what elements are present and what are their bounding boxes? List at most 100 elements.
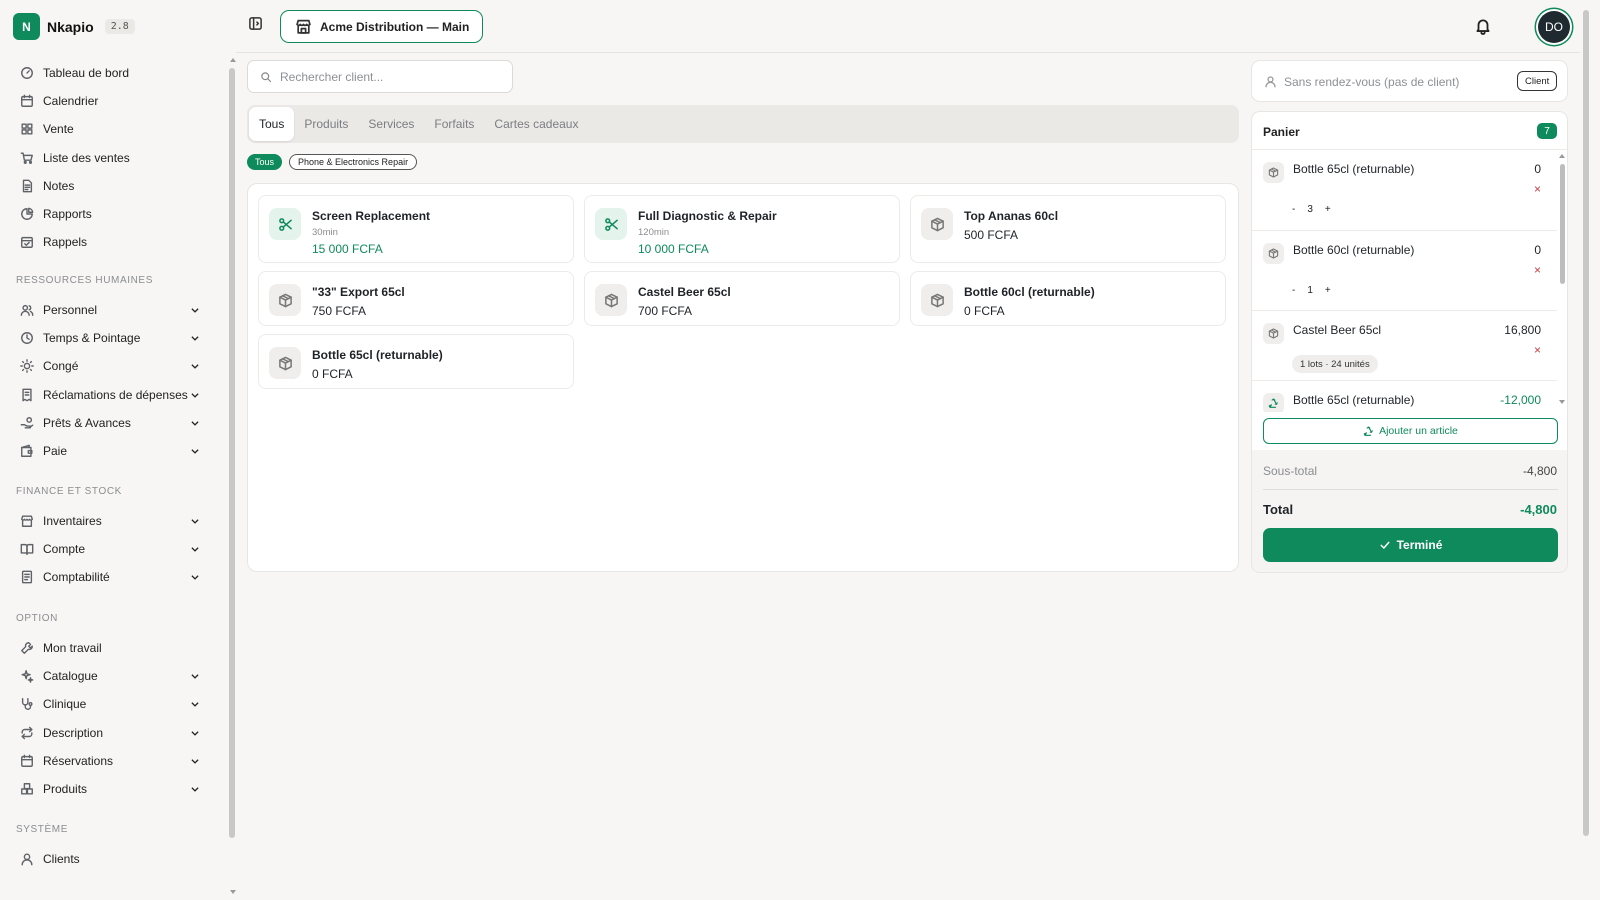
sidebar-item-inventaires[interactable]: Inventaires (0, 508, 210, 534)
tab-services[interactable]: Services (358, 107, 424, 141)
catalog-item-card[interactable]: Bottle 60cl (returnable) 0 FCFA (910, 271, 1226, 326)
catalog-item-card[interactable]: "33" Export 65cl 750 FCFA (258, 271, 574, 326)
sidebar-item-comptabilite[interactable]: Comptabilité (0, 564, 210, 590)
search-input[interactable] (280, 69, 500, 84)
chevron-down-icon[interactable] (190, 671, 200, 681)
sidebar-scroll-up-icon[interactable] (230, 58, 236, 62)
page-scrollbar[interactable] (1580, 0, 1592, 900)
sidebar-item-notes[interactable]: Notes (0, 173, 210, 199)
cart-scroll-thumb[interactable] (1560, 164, 1565, 284)
cart-items: Bottle 65cl (returnable) 0 × -3 + Bottle 60cl… (1252, 150, 1567, 412)
cart-scroll-up-icon[interactable] (1559, 154, 1565, 158)
sidebar-item-vente[interactable]: Vente (0, 116, 210, 142)
package-icon (278, 293, 292, 307)
sidebar-toggle-button[interactable] (248, 16, 263, 31)
client-button[interactable]: Client (1517, 71, 1558, 91)
sidebar-scroll-down-icon[interactable] (230, 890, 236, 894)
cart-header: Panier 7 (1252, 112, 1567, 150)
sidebar-item-calendrier[interactable]: Calendrier (0, 88, 210, 114)
chevron-down-icon[interactable] (190, 756, 200, 766)
done-button[interactable]: Terminé (1263, 528, 1558, 562)
tab-tous[interactable]: Tous (249, 107, 295, 141)
sidebar-item-clients[interactable]: Clients (0, 846, 210, 872)
clock-icon (21, 332, 33, 345)
sun-icon (20, 359, 34, 374)
sidebar-item-personnel[interactable]: Personnel (0, 297, 210, 323)
increment-button[interactable]: + (1325, 285, 1331, 296)
catalog-item-card[interactable]: Castel Beer 65cl 700 FCFA (584, 271, 900, 326)
chevron-down-icon[interactable] (190, 418, 200, 428)
sidebar-scrollbar[interactable] (228, 58, 236, 898)
sidebar-item-liste-des-ventes[interactable]: Liste des ventes (0, 145, 210, 171)
client-search[interactable] (247, 60, 513, 93)
sidebar-item-reservations[interactable]: Réservations (0, 748, 210, 774)
chevron-down-icon[interactable] (190, 516, 200, 526)
decrement-button[interactable]: - (1292, 285, 1295, 296)
catalog-item-card[interactable]: Bottle 65cl (returnable) 0 FCFA (258, 334, 574, 389)
decrement-button[interactable]: - (1292, 204, 1295, 215)
chevron-down-icon[interactable] (190, 333, 200, 343)
line-amount: -12,000 (1500, 393, 1541, 407)
sidebar-item-prets-avances[interactable]: Prêts & Avances (0, 410, 210, 436)
category-chip[interactable]: Tous (247, 154, 283, 170)
remove-line-button[interactable]: × (1534, 343, 1541, 357)
chevron-down-icon[interactable] (190, 728, 200, 738)
catalog-item-card[interactable]: Top Ananas 60cl 500 FCFA (910, 195, 1226, 263)
remove-line-button[interactable]: × (1534, 182, 1541, 196)
chevron-down-icon[interactable] (190, 390, 200, 400)
sidebar-item-label: Calendrier (43, 94, 99, 109)
store-selector-button[interactable]: Acme Distribution — Main (280, 10, 484, 43)
line-name: Bottle 65cl (returnable) (1293, 393, 1415, 407)
notifications-button[interactable] (1474, 17, 1492, 35)
chevron-down-icon[interactable] (190, 446, 200, 456)
chevron-down-icon[interactable] (190, 784, 200, 794)
sidebar-item-produits[interactable]: Produits (0, 776, 210, 802)
sidebar-item-reclamations-de-depenses[interactable]: Réclamations de dépenses (0, 382, 210, 408)
client-selector[interactable]: Sans rendez-vous (pas de client) Client (1251, 60, 1568, 102)
scissors-icon (604, 217, 618, 231)
quantity-value: 1 (1307, 285, 1313, 296)
sidebar-item-compte[interactable]: Compte (0, 536, 210, 562)
sidebar-item-rappels[interactable]: Rappels (0, 229, 210, 255)
chevron-down-icon[interactable] (190, 544, 200, 554)
sidebar-scroll-thumb[interactable] (229, 68, 235, 838)
tab-produits[interactable]: Produits (294, 107, 358, 141)
tab-cartes-cadeaux[interactable]: Cartes cadeaux (484, 107, 588, 141)
item-duration: 120min (638, 227, 670, 238)
line-thumb (1263, 162, 1284, 183)
catalog-item-card[interactable]: Full Diagnostic & Repair 120min 10 000 FCF… (584, 195, 900, 263)
remove-line-button[interactable]: × (1534, 263, 1541, 277)
sidebar-item-temps-pointage[interactable]: Temps & Pointage (0, 325, 210, 351)
sidebar-item-clinique[interactable]: Clinique (0, 691, 210, 717)
subtotal-value: -4,800 (1522, 464, 1557, 478)
sidebar-item-catalogue[interactable]: Catalogue (0, 663, 210, 689)
sidebar-item-paie[interactable]: Paie (0, 438, 210, 464)
chevron-down-icon[interactable] (190, 361, 200, 371)
chevron-down-icon[interactable] (190, 305, 200, 315)
sidebar-item-label: Rappels (43, 235, 88, 250)
add-item-button[interactable]: Ajouter un article (1263, 418, 1558, 444)
brand[interactable]: N Nkapio 2.8 (13, 13, 135, 40)
chevron-down-icon[interactable] (190, 699, 200, 709)
package-icon (1268, 328, 1279, 339)
sidebar-item-conge[interactable]: Congé (0, 353, 210, 379)
increment-button[interactable]: + (1325, 204, 1331, 215)
cart-scroll-down-icon[interactable] (1559, 400, 1565, 404)
cart-scrollbar[interactable] (1559, 154, 1567, 404)
line-name: Bottle 65cl (returnable) (1293, 162, 1415, 176)
sidebar-item-tableau-de-bord[interactable]: Tableau de bord (0, 60, 210, 86)
item-thumb (595, 284, 627, 316)
sidebar-item-rapports[interactable]: Rapports (0, 201, 210, 227)
chevron-down-icon[interactable] (190, 572, 200, 582)
tab-forfaits[interactable]: Forfaits (424, 107, 484, 141)
category-chip[interactable]: Phone & Electronics Repair (289, 154, 418, 170)
total-label: Total (1263, 502, 1294, 517)
sidebar-item-description[interactable]: Description (0, 720, 210, 746)
sidebar-section-title: RESSOURCES HUMAINES (16, 275, 153, 286)
sidebar-item-mon-travail[interactable]: Mon travail (0, 635, 210, 661)
user-avatar[interactable]: DO (1538, 11, 1570, 43)
sidebar-item-label: Paie (43, 444, 68, 458)
catalog-item-card[interactable]: Screen Replacement 30min 15 000 FCFA (258, 195, 574, 263)
package-icon (1268, 248, 1279, 259)
page-scroll-thumb[interactable] (1583, 10, 1589, 836)
